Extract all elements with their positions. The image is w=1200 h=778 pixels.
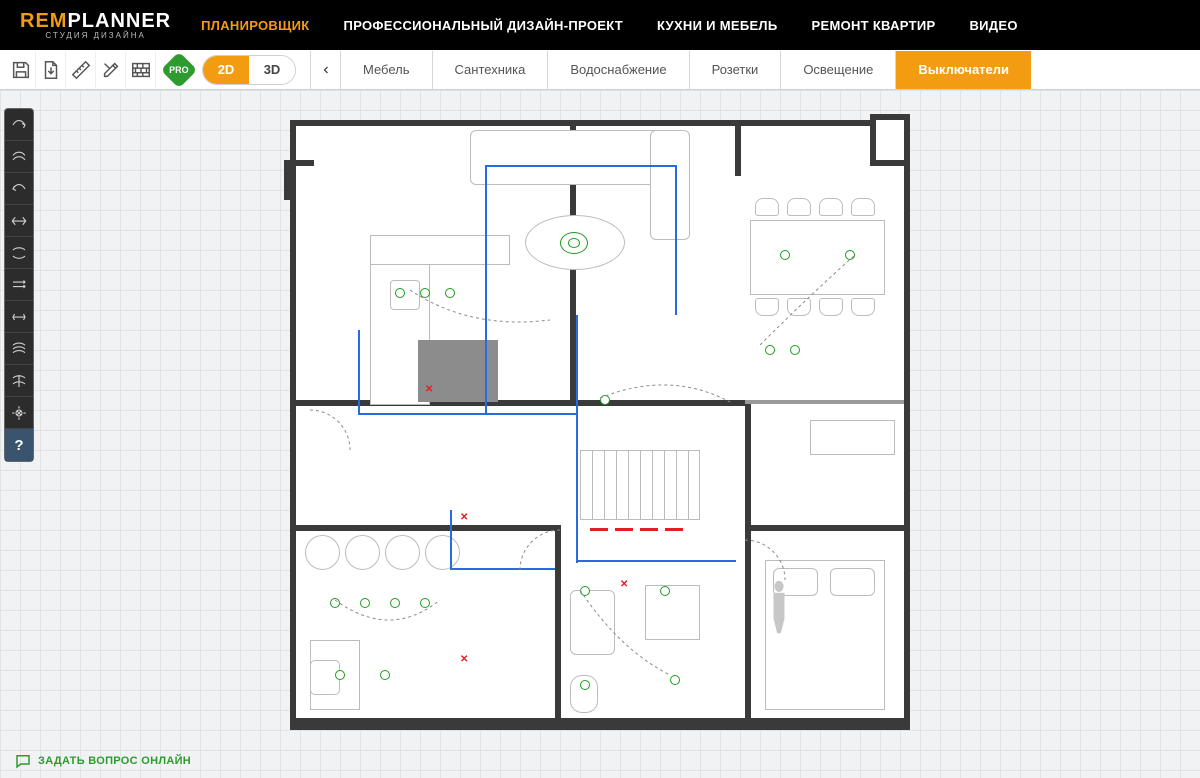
nav-renovation[interactable]: РЕМОНТ КВАРТИР [812,18,936,33]
toolbar-help[interactable]: ? [5,429,33,461]
nav-video[interactable]: ВИДЕО [969,18,1017,33]
floorplan[interactable]: ✕ ✕ ✕ ✕ [290,120,910,730]
toolbar-switch-5[interactable] [5,237,33,269]
file-button[interactable] [36,52,66,88]
toolbar: PRO 2D 3D Мебель Сантехника Водоснабжени… [0,50,1200,90]
toolbar-switch-9[interactable] [5,365,33,397]
logo-subtitle: СТУДИЯ ДИЗАЙНА [20,31,171,40]
toolbar-switch-2[interactable] [5,141,33,173]
category-tabs: Мебель Сантехника Водоснабжение Розетки … [340,51,1200,89]
view-3d-button[interactable]: 3D [249,56,295,84]
tab-furniture[interactable]: Мебель [340,51,432,89]
tools-button[interactable] [96,52,126,88]
logo-text-2: PLANNER [67,10,171,32]
toolbar-switch-6[interactable] [5,269,33,301]
logo-text-1: REM [20,10,67,32]
wall-tool-button[interactable] [126,52,156,88]
view-2d-button[interactable]: 2D [203,56,249,84]
logo[interactable]: REMPLANNER СТУДИЯ ДИЗАЙНА [20,10,171,40]
view-toggle: 2D 3D [202,55,296,85]
toolbar-switch-4[interactable] [5,205,33,237]
nav-design-project[interactable]: ПРОФЕССИОНАЛЬНЫЙ ДИЗАЙН-ПРОЕКТ [344,18,623,33]
toolbar-switch-1[interactable] [5,109,33,141]
pro-badge[interactable]: PRO [161,51,198,88]
nav-kitchens[interactable]: КУХНИ И МЕБЕЛЬ [657,18,778,33]
pro-label: PRO [169,64,189,74]
toolbar-switch-3[interactable] [5,173,33,205]
tab-switches[interactable]: Выключатели [895,51,1031,89]
ask-online-button[interactable]: ЗАДАТЬ ВОПРОС ОНЛАЙН [14,752,191,770]
toolbar-sensor[interactable] [5,397,33,429]
save-button[interactable] [6,52,36,88]
tab-sockets[interactable]: Розетки [689,51,781,89]
measure-button[interactable] [66,52,96,88]
tab-water[interactable]: Водоснабжение [547,51,688,89]
tabs-prev-button[interactable] [310,51,340,89]
left-toolbar: ? [4,108,34,462]
ask-online-label: ЗАДАТЬ ВОПРОС ОНЛАЙН [38,755,191,767]
top-nav: REMPLANNER СТУДИЯ ДИЗАЙНА ПЛАНИРОВЩИК ПР… [0,0,1200,50]
nav-planner[interactable]: ПЛАНИРОВЩИК [201,18,309,33]
toolbar-switch-8[interactable] [5,333,33,365]
canvas[interactable]: ✕ ✕ ✕ ✕ [0,90,1200,778]
tab-lighting[interactable]: Освещение [780,51,895,89]
chat-icon [14,752,32,770]
toolbar-switch-7[interactable] [5,301,33,333]
tab-plumbing[interactable]: Сантехника [432,51,548,89]
